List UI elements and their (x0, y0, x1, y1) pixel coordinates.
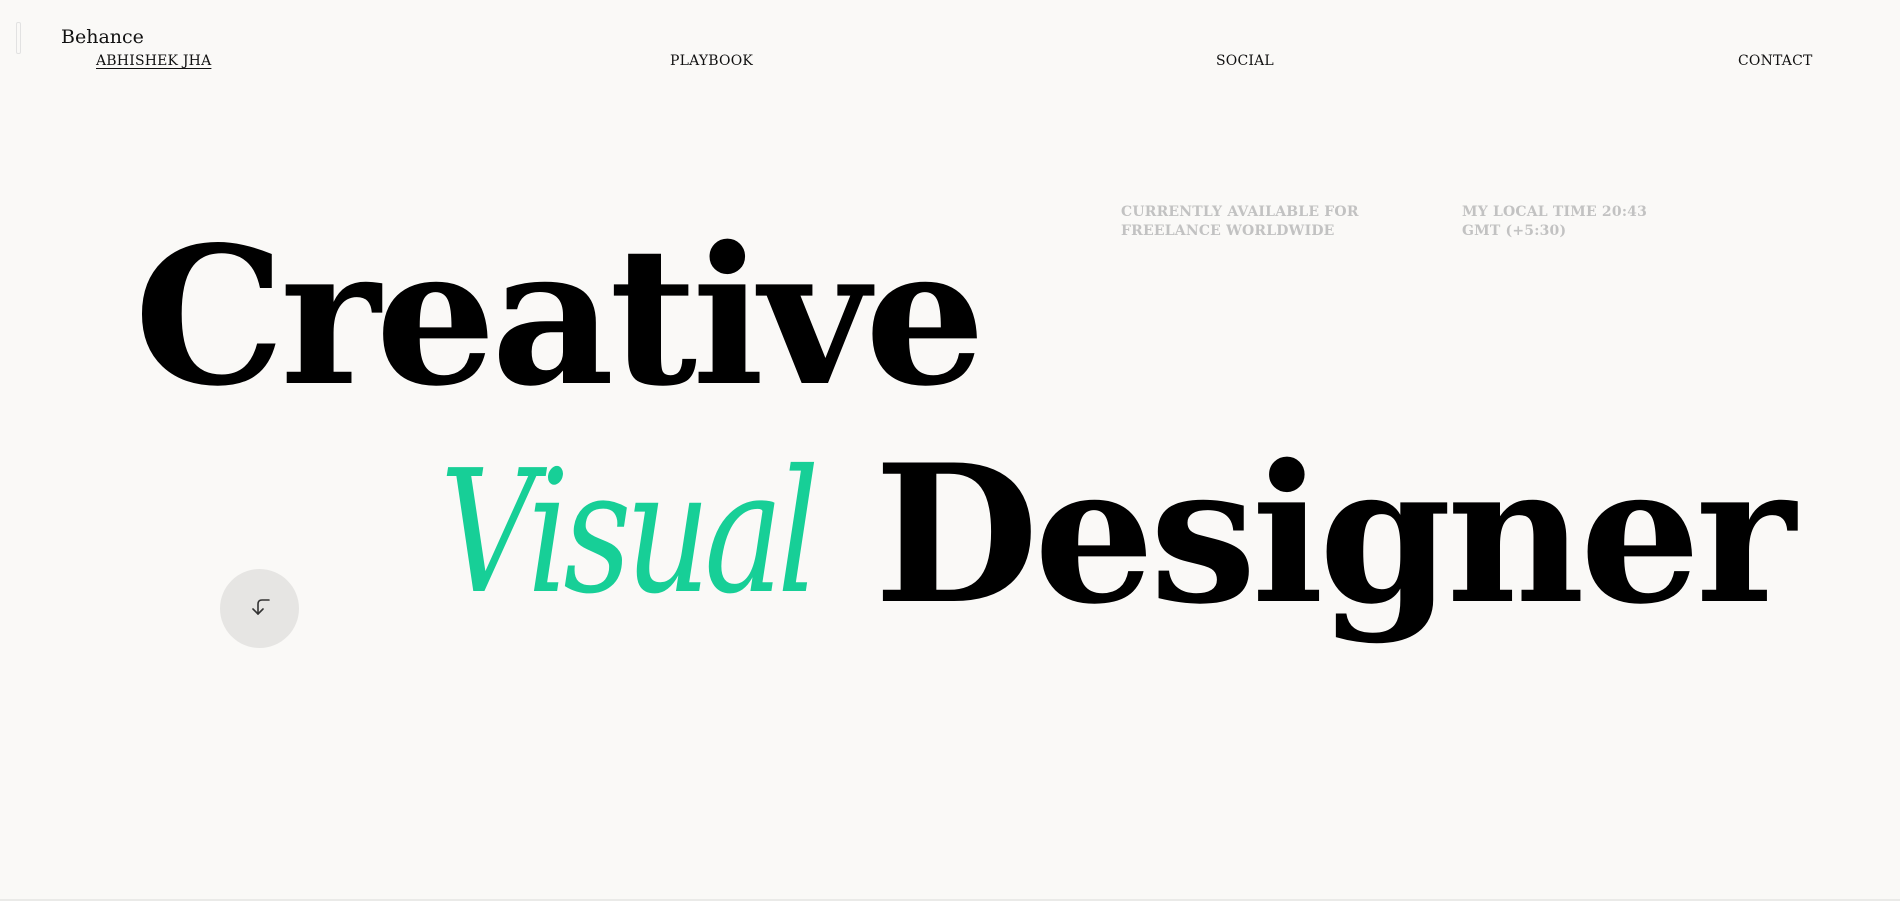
nav-item-contact[interactable]: CONTACT (1738, 53, 1813, 69)
nav-item-playbook[interactable]: PLAYBOOK (670, 53, 753, 69)
scroll-down-button[interactable] (220, 569, 299, 648)
hero-word-visual: Visual (440, 434, 820, 632)
availability-status: CURRENTLY AVAILABLE FOR FREELANCE WORLDW… (1121, 203, 1359, 241)
nav-item-social[interactable]: SOCIAL (1216, 53, 1274, 69)
page: Behance ABHISHEK JHA PLAYBOOK SOCIAL CON… (0, 0, 1900, 901)
arrow-down-left-icon (246, 593, 274, 625)
local-time-line-2: GMT (+5:30) (1462, 223, 1567, 239)
availability-line-2: FREELANCE WORLDWIDE (1121, 223, 1335, 239)
hero-word-designer: Designer (874, 423, 1796, 646)
brand-link[interactable]: Behance (61, 26, 144, 48)
local-time-line-1: MY LOCAL TIME 20:43 (1462, 204, 1648, 220)
hero-word-creative: Creative (134, 205, 986, 428)
nav-item-home[interactable]: ABHISHEK JHA (96, 53, 211, 69)
side-handle[interactable] (16, 22, 21, 54)
availability-line-1: CURRENTLY AVAILABLE FOR (1121, 204, 1359, 220)
local-time: MY LOCAL TIME 20:43 GMT (+5:30) (1462, 203, 1647, 241)
